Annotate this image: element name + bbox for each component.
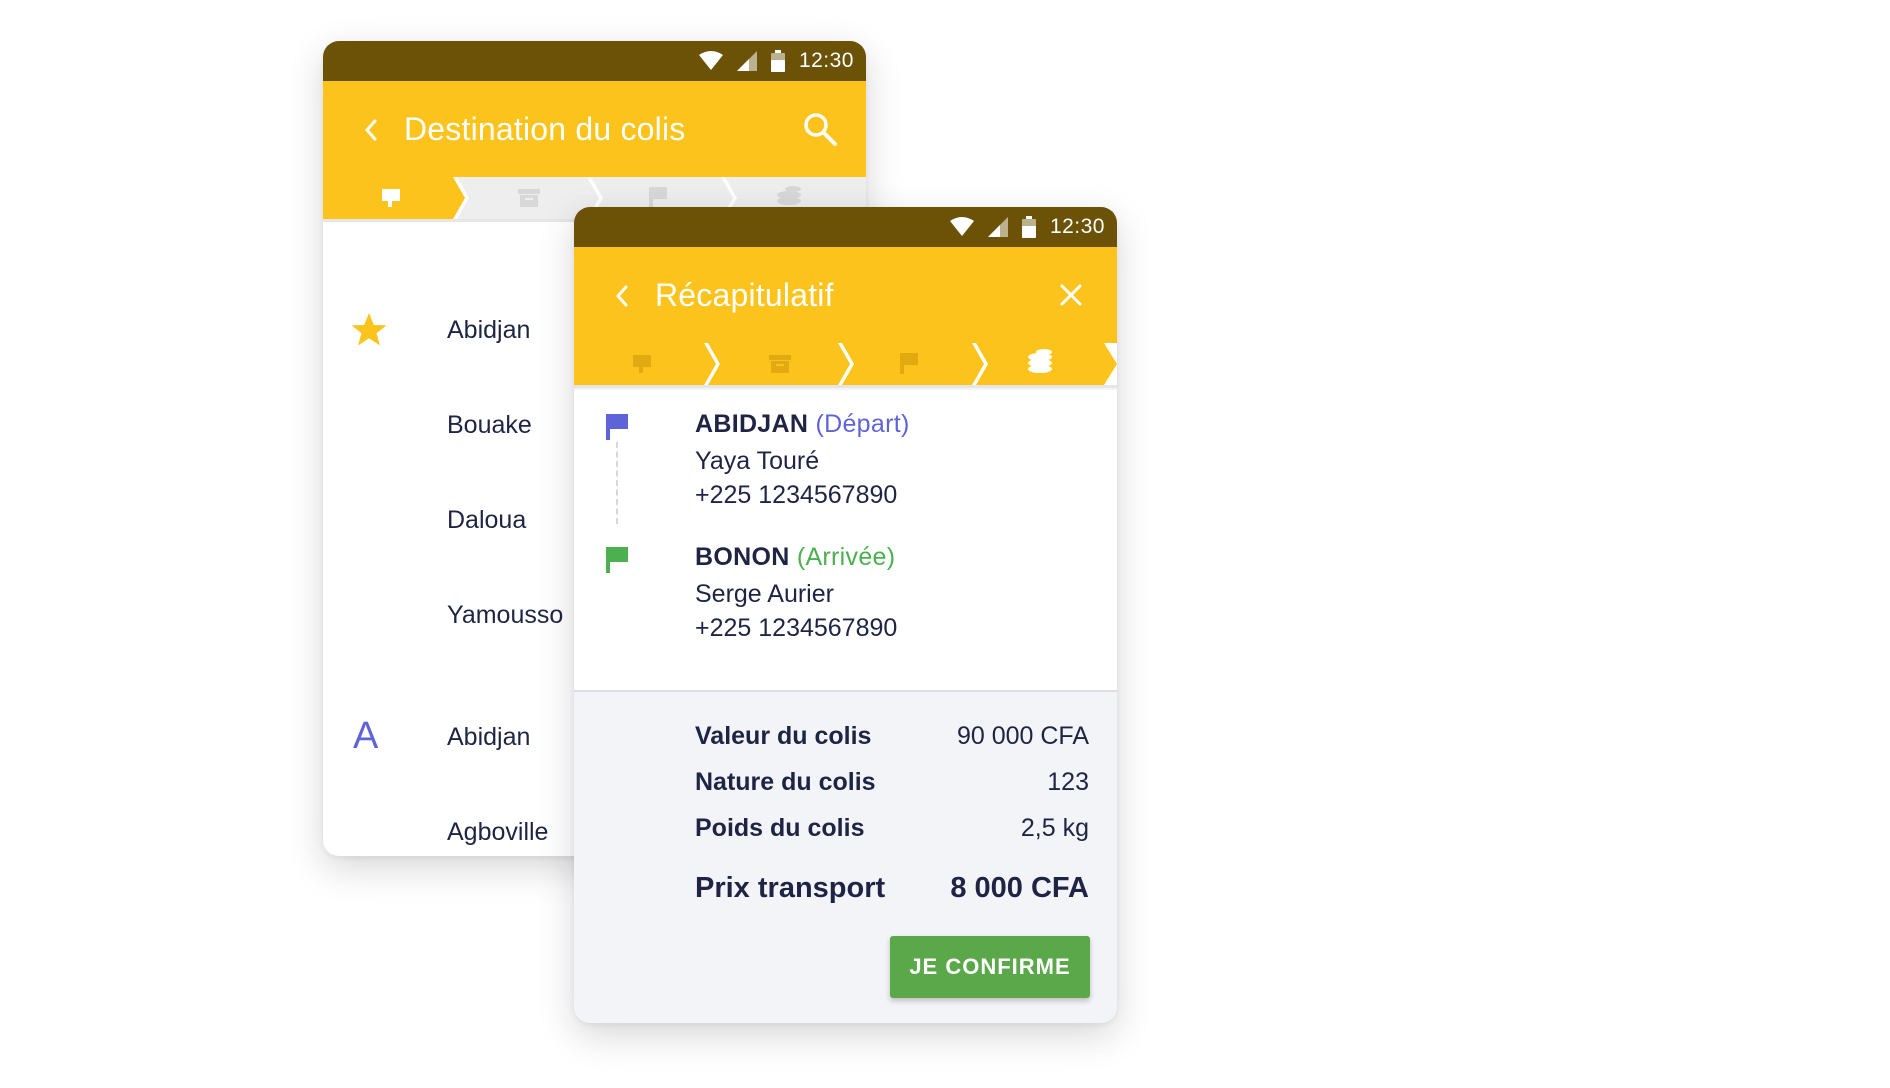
list-item-label: Daloua xyxy=(447,506,527,534)
close-icon[interactable] xyxy=(1053,277,1089,313)
departure-phone: +225 1234567890 xyxy=(695,481,898,509)
back-arrow-icon[interactable] xyxy=(610,281,634,311)
app-bar: Destination du colis xyxy=(323,81,866,177)
summary-label: Nature du colis xyxy=(695,768,876,796)
app-bar: Récapitulatif xyxy=(574,247,1117,343)
wifi-icon xyxy=(698,51,723,70)
summary-screen: 12:30 Récapitulatif ABIDJAN (Départ) Yay… xyxy=(574,207,1117,1023)
box-icon xyxy=(518,189,540,207)
star-icon xyxy=(351,313,387,346)
confirm-button[interactable]: JE CONFIRME xyxy=(890,936,1090,998)
box-icon xyxy=(769,355,791,373)
summary-value: 123 xyxy=(1047,768,1089,796)
status-time: 12:30 xyxy=(798,49,854,72)
status-time: 12:30 xyxy=(1049,215,1105,238)
page-title: Destination du colis xyxy=(404,111,686,147)
route-details: ABIDJAN (Départ) Yaya Touré +225 1234567… xyxy=(574,390,1117,692)
status-bar: 12:30 xyxy=(574,207,1117,247)
signal-icon xyxy=(987,217,1008,237)
summary-value: 90 000 CFA xyxy=(956,722,1089,750)
departure-tag: (Départ) xyxy=(815,410,910,438)
departure-flag-icon xyxy=(606,414,628,440)
page-title: Récapitulatif xyxy=(655,277,834,313)
list-item-label: Yamousso xyxy=(447,601,564,629)
section-letter: A xyxy=(353,715,379,757)
summary-value: 2,5 kg xyxy=(1020,814,1089,842)
arrival-stop: BONON (Arrivée) Serge Aurier +225 123456… xyxy=(695,543,897,643)
arrival-tag: (Arrivée) xyxy=(796,543,896,571)
search-icon[interactable] xyxy=(802,111,838,147)
list-item-label: Agboville xyxy=(447,818,549,846)
wifi-icon xyxy=(949,217,974,236)
step-progress xyxy=(574,343,1117,388)
arrival-phone: +225 1234567890 xyxy=(695,614,898,642)
status-bar: 12:30 xyxy=(323,41,866,81)
back-arrow-icon[interactable] xyxy=(359,115,383,145)
arrival-city: BONON xyxy=(695,543,790,571)
summary-label: Valeur du colis xyxy=(695,722,872,750)
battery-icon xyxy=(1021,216,1036,238)
list-item-label: Abidjan xyxy=(447,316,531,344)
battery-icon xyxy=(770,50,785,72)
departure-city: ABIDJAN xyxy=(695,410,809,438)
summary-label: Poids du colis xyxy=(695,814,865,842)
arrival-flag-icon xyxy=(606,547,628,573)
signal-icon xyxy=(736,51,757,71)
list-item-label: Abidjan xyxy=(447,723,531,751)
departure-contact-name: Yaya Touré xyxy=(695,447,820,475)
total-value: 8 000 CFA xyxy=(950,872,1089,904)
route-connector xyxy=(616,442,618,524)
total-label: Prix transport xyxy=(695,872,886,904)
arrival-contact-name: Serge Aurier xyxy=(695,580,834,608)
departure-stop: ABIDJAN (Départ) Yaya Touré +225 1234567… xyxy=(695,410,910,510)
list-item-label: Bouake xyxy=(447,411,532,439)
